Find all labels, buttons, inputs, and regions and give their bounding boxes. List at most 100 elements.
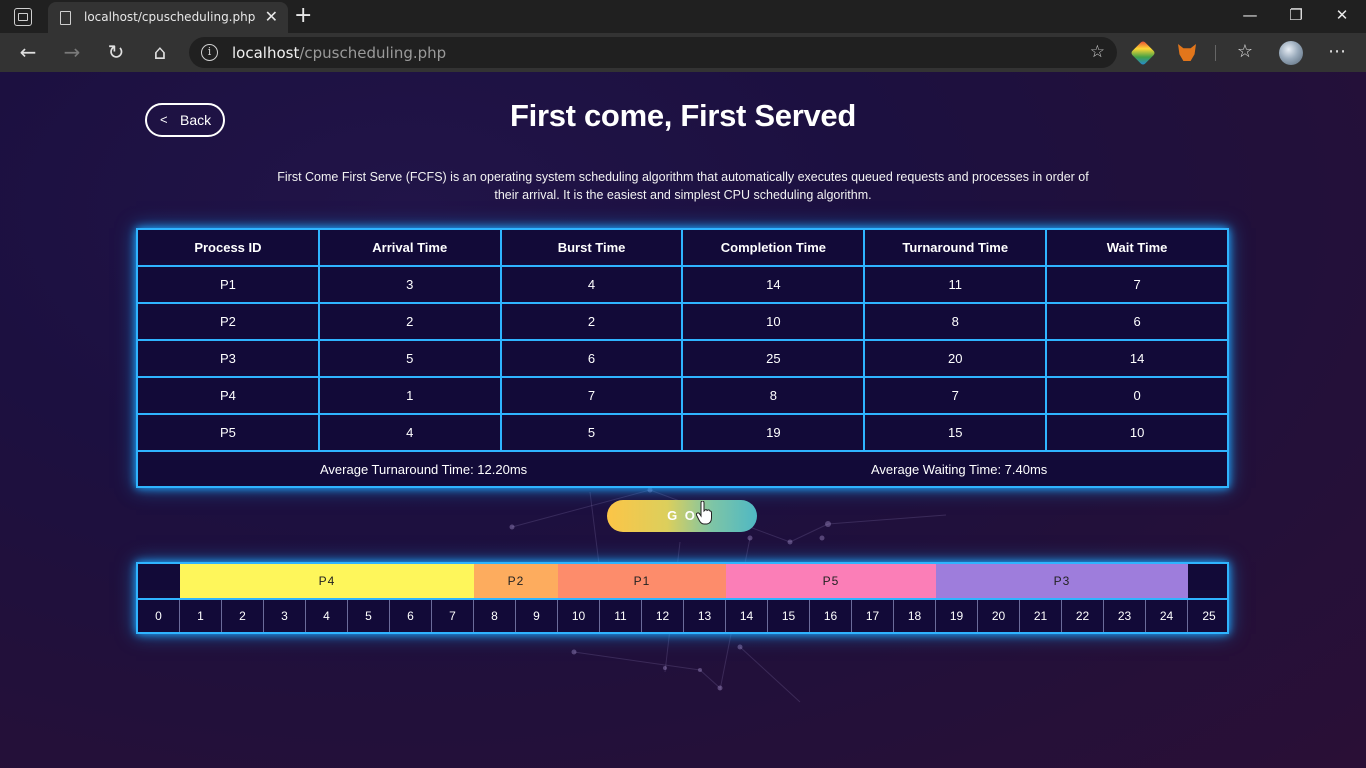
restore-icon[interactable]: ❐ [1281, 4, 1311, 26]
gantt-tick-label: 15 [768, 600, 810, 632]
gantt-tick-label: 24 [1146, 600, 1188, 632]
averages-cell: Average Turnaround Time: 12.20ms Average… [136, 450, 1229, 488]
gantt-idle-slot [138, 564, 180, 598]
gantt-tick-label: 6 [390, 600, 432, 632]
address-host: localhost [232, 44, 300, 62]
column-header: Wait Time [1045, 228, 1229, 267]
browser-nav-bar: ← → ↻ ⌂ i localhost/cpuscheduling.php ☆ [0, 33, 1366, 72]
add-favorite-icon[interactable]: ☆ [1090, 42, 1105, 62]
page-content: < Back First come, First Served First Co… [0, 72, 1366, 768]
browser-tab-bar: localhost/cpuscheduling.php ✕ + — ❐ ✕ [0, 0, 1366, 33]
gantt-tick-label: 4 [306, 600, 348, 632]
close-window-icon[interactable]: ✕ [1327, 4, 1357, 26]
gantt-segment-p1: P1 [558, 564, 726, 598]
cell-turnaround-time: 8 [863, 302, 1048, 341]
page-icon [60, 11, 71, 25]
table-row: P2 2 2 10 8 6 [136, 302, 1229, 341]
gantt-segment-p3: P3 [936, 564, 1188, 598]
tab-actions-icon[interactable] [14, 8, 32, 26]
cell-turnaround-time: 11 [863, 265, 1048, 304]
gantt-segment-p4: P4 [180, 564, 474, 598]
more-options-icon[interactable]: ⋯ [1324, 40, 1350, 64]
gantt-tick-label: 16 [810, 600, 852, 632]
table-row: P1 3 4 14 11 7 [136, 265, 1229, 304]
cell-burst-time: 6 [499, 339, 684, 378]
column-header: Completion Time [681, 228, 866, 267]
gantt-tick-label: 14 [726, 600, 768, 632]
cell-turnaround-time: 15 [863, 413, 1048, 452]
gantt-tick-label: 8 [474, 600, 516, 632]
cell-wait-time: 0 [1045, 376, 1229, 415]
cell-process-id: P5 [136, 413, 320, 452]
gantt-tick-label: 20 [978, 600, 1020, 632]
cell-arrival-time: 4 [317, 413, 502, 452]
cell-completion-time: 25 [681, 339, 866, 378]
info-icon[interactable]: i [201, 44, 218, 61]
cell-wait-time: 14 [1045, 339, 1229, 378]
cell-completion-time: 19 [681, 413, 866, 452]
gantt-tick-label: 3 [264, 600, 306, 632]
gantt-tick-label: 12 [642, 600, 684, 632]
cell-process-id: P2 [136, 302, 320, 341]
average-turnaround-time: Average Turnaround Time: 12.20ms [320, 462, 528, 477]
averages-row: Average Turnaround Time: 12.20ms Average… [136, 450, 1229, 488]
gantt-tick-label: 21 [1020, 600, 1062, 632]
hand-cursor-icon [696, 501, 712, 525]
gantt-segment-p2: P2 [474, 564, 558, 598]
gantt-tick-label: 11 [600, 600, 642, 632]
cell-burst-time: 7 [499, 376, 684, 415]
gantt-tick-label: 22 [1062, 600, 1104, 632]
gantt-segment-p5: P5 [726, 564, 936, 598]
toolbar-divider [1215, 45, 1216, 61]
address-bar[interactable]: i localhost/cpuscheduling.php ☆ [189, 37, 1117, 68]
home-icon[interactable]: ⌂ [147, 40, 173, 64]
cell-completion-time: 8 [681, 376, 866, 415]
address-text[interactable]: localhost/cpuscheduling.php [232, 44, 446, 62]
back-arrow-icon[interactable]: ← [15, 40, 41, 64]
browser-tab[interactable]: localhost/cpuscheduling.php ✕ [48, 2, 288, 33]
refresh-icon[interactable]: ↻ [103, 40, 129, 64]
column-header: Turnaround Time [863, 228, 1048, 267]
table-header-row: Process ID Arrival Time Burst Time Compl… [136, 228, 1229, 267]
column-header: Arrival Time [317, 228, 502, 267]
gantt-tick-label: 7 [432, 600, 474, 632]
cell-process-id: P4 [136, 376, 320, 415]
column-header: Burst Time [499, 228, 684, 267]
cell-turnaround-time: 20 [863, 339, 1048, 378]
column-header: Process ID [136, 228, 320, 267]
average-waiting-time: Average Waiting Time: 7.40ms [871, 462, 1048, 477]
cell-burst-time: 4 [499, 265, 684, 304]
minimize-icon[interactable]: — [1235, 4, 1265, 26]
gantt-tick-label: 1 [180, 600, 222, 632]
page-title: First come, First Served [510, 98, 856, 133]
go-button[interactable]: G O [607, 500, 757, 532]
table-row: P4 1 7 8 7 0 [136, 376, 1229, 415]
cell-turnaround-time: 7 [863, 376, 1048, 415]
cell-completion-time: 10 [681, 302, 866, 341]
gantt-tick-label: 19 [936, 600, 978, 632]
address-path: /cpuscheduling.php [299, 44, 447, 62]
cell-wait-time: 7 [1045, 265, 1229, 304]
table-row: P5 4 5 19 15 10 [136, 413, 1229, 452]
process-table: Process ID Arrival Time Burst Time Compl… [136, 228, 1229, 488]
cell-burst-time: 2 [499, 302, 684, 341]
gantt-time-axis: 0 1 2 3 4 5 6 7 8 9 10 11 12 13 14 15 16 17 18 19 20 21 22 23 24… [138, 598, 1227, 632]
cell-wait-time: 6 [1045, 302, 1229, 341]
tab-title: localhost/cpuscheduling.php [84, 10, 256, 24]
gantt-tick-label: 5 [348, 600, 390, 632]
gantt-chart: P4 P2 P1 P5 P3 0 1 2 3 4 5 6 7 8 9 10 11 12 13 14 15 16 17 18 1… [136, 562, 1229, 634]
cell-process-id: P1 [136, 265, 320, 304]
favorites-icon[interactable]: ☆ [1232, 40, 1258, 64]
gantt-tick-label: 9 [516, 600, 558, 632]
cell-process-id: P3 [136, 339, 320, 378]
cell-arrival-time: 1 [317, 376, 502, 415]
cell-arrival-time: 2 [317, 302, 502, 341]
close-tab-icon[interactable]: ✕ [265, 7, 278, 27]
gantt-tick-label: 17 [852, 600, 894, 632]
profile-avatar[interactable] [1279, 41, 1303, 65]
gantt-tick-label: 25 [1202, 609, 1216, 623]
new-tab-icon[interactable]: + [294, 3, 312, 29]
table-row: P3 5 6 25 20 14 [136, 339, 1229, 378]
forward-arrow-icon[interactable]: → [59, 40, 85, 64]
gantt-tick-label: 13 [684, 600, 726, 632]
